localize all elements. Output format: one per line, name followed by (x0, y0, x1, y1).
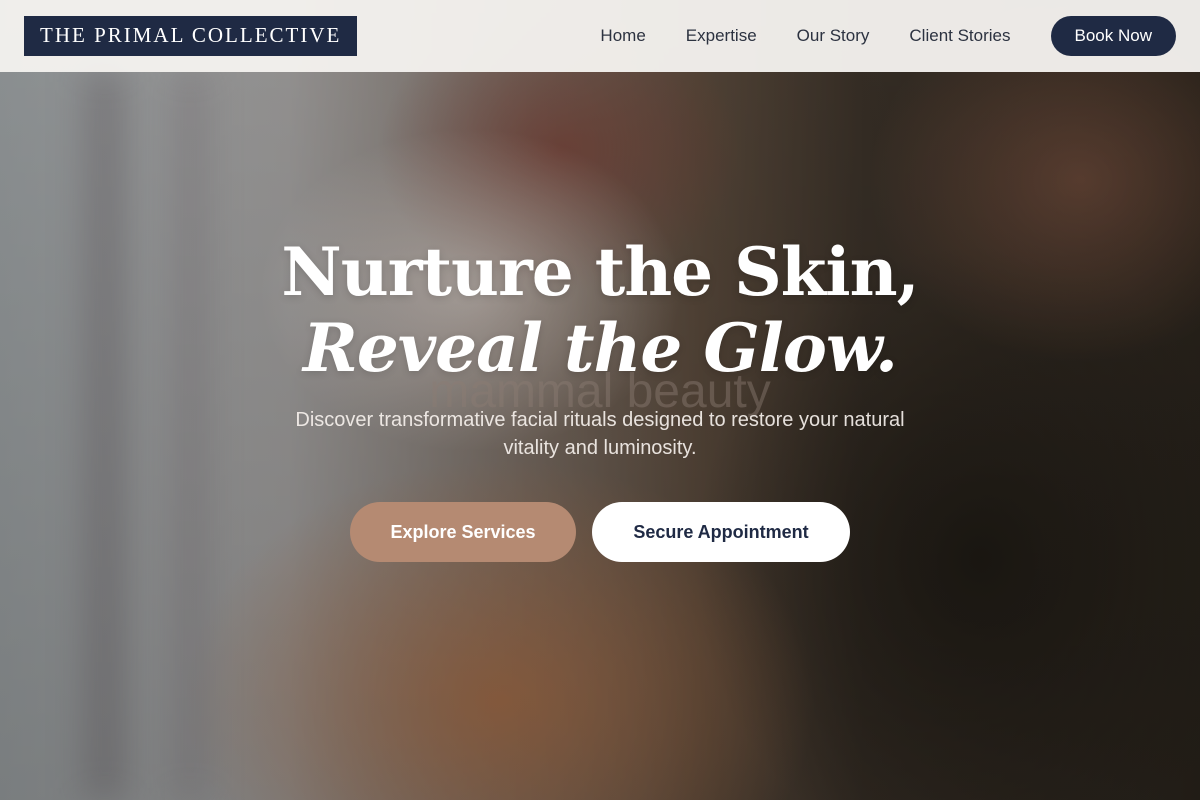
brand-logo[interactable]: THE PRIMAL COLLECTIVE (24, 16, 358, 56)
main-nav: Home Expertise Our Story Client Stories … (600, 16, 1176, 56)
nav-link-expertise[interactable]: Expertise (686, 26, 757, 46)
explore-services-button[interactable]: Explore Services (350, 502, 576, 562)
book-now-button[interactable]: Book Now (1050, 16, 1176, 56)
secure-appointment-button[interactable]: Secure Appointment (592, 502, 850, 562)
site-header: THE PRIMAL COLLECTIVE Home Expertise Our… (0, 0, 1200, 72)
hero-headline-line1: Nurture the Skin, (281, 233, 919, 311)
hero-subtitle: Discover transformative facial rituals d… (295, 409, 905, 459)
hero-section: Nurture the Skin, Reveal the Glow. mamma… (0, 232, 1200, 562)
hero-cta-group: Explore Services Secure Appointment (0, 502, 1200, 562)
nav-link-home[interactable]: Home (600, 26, 645, 46)
nav-link-client-stories[interactable]: Client Stories (909, 26, 1010, 46)
hero-headline-line2: Reveal the Glow. (302, 309, 898, 387)
nav-link-our-story[interactable]: Our Story (797, 26, 870, 46)
